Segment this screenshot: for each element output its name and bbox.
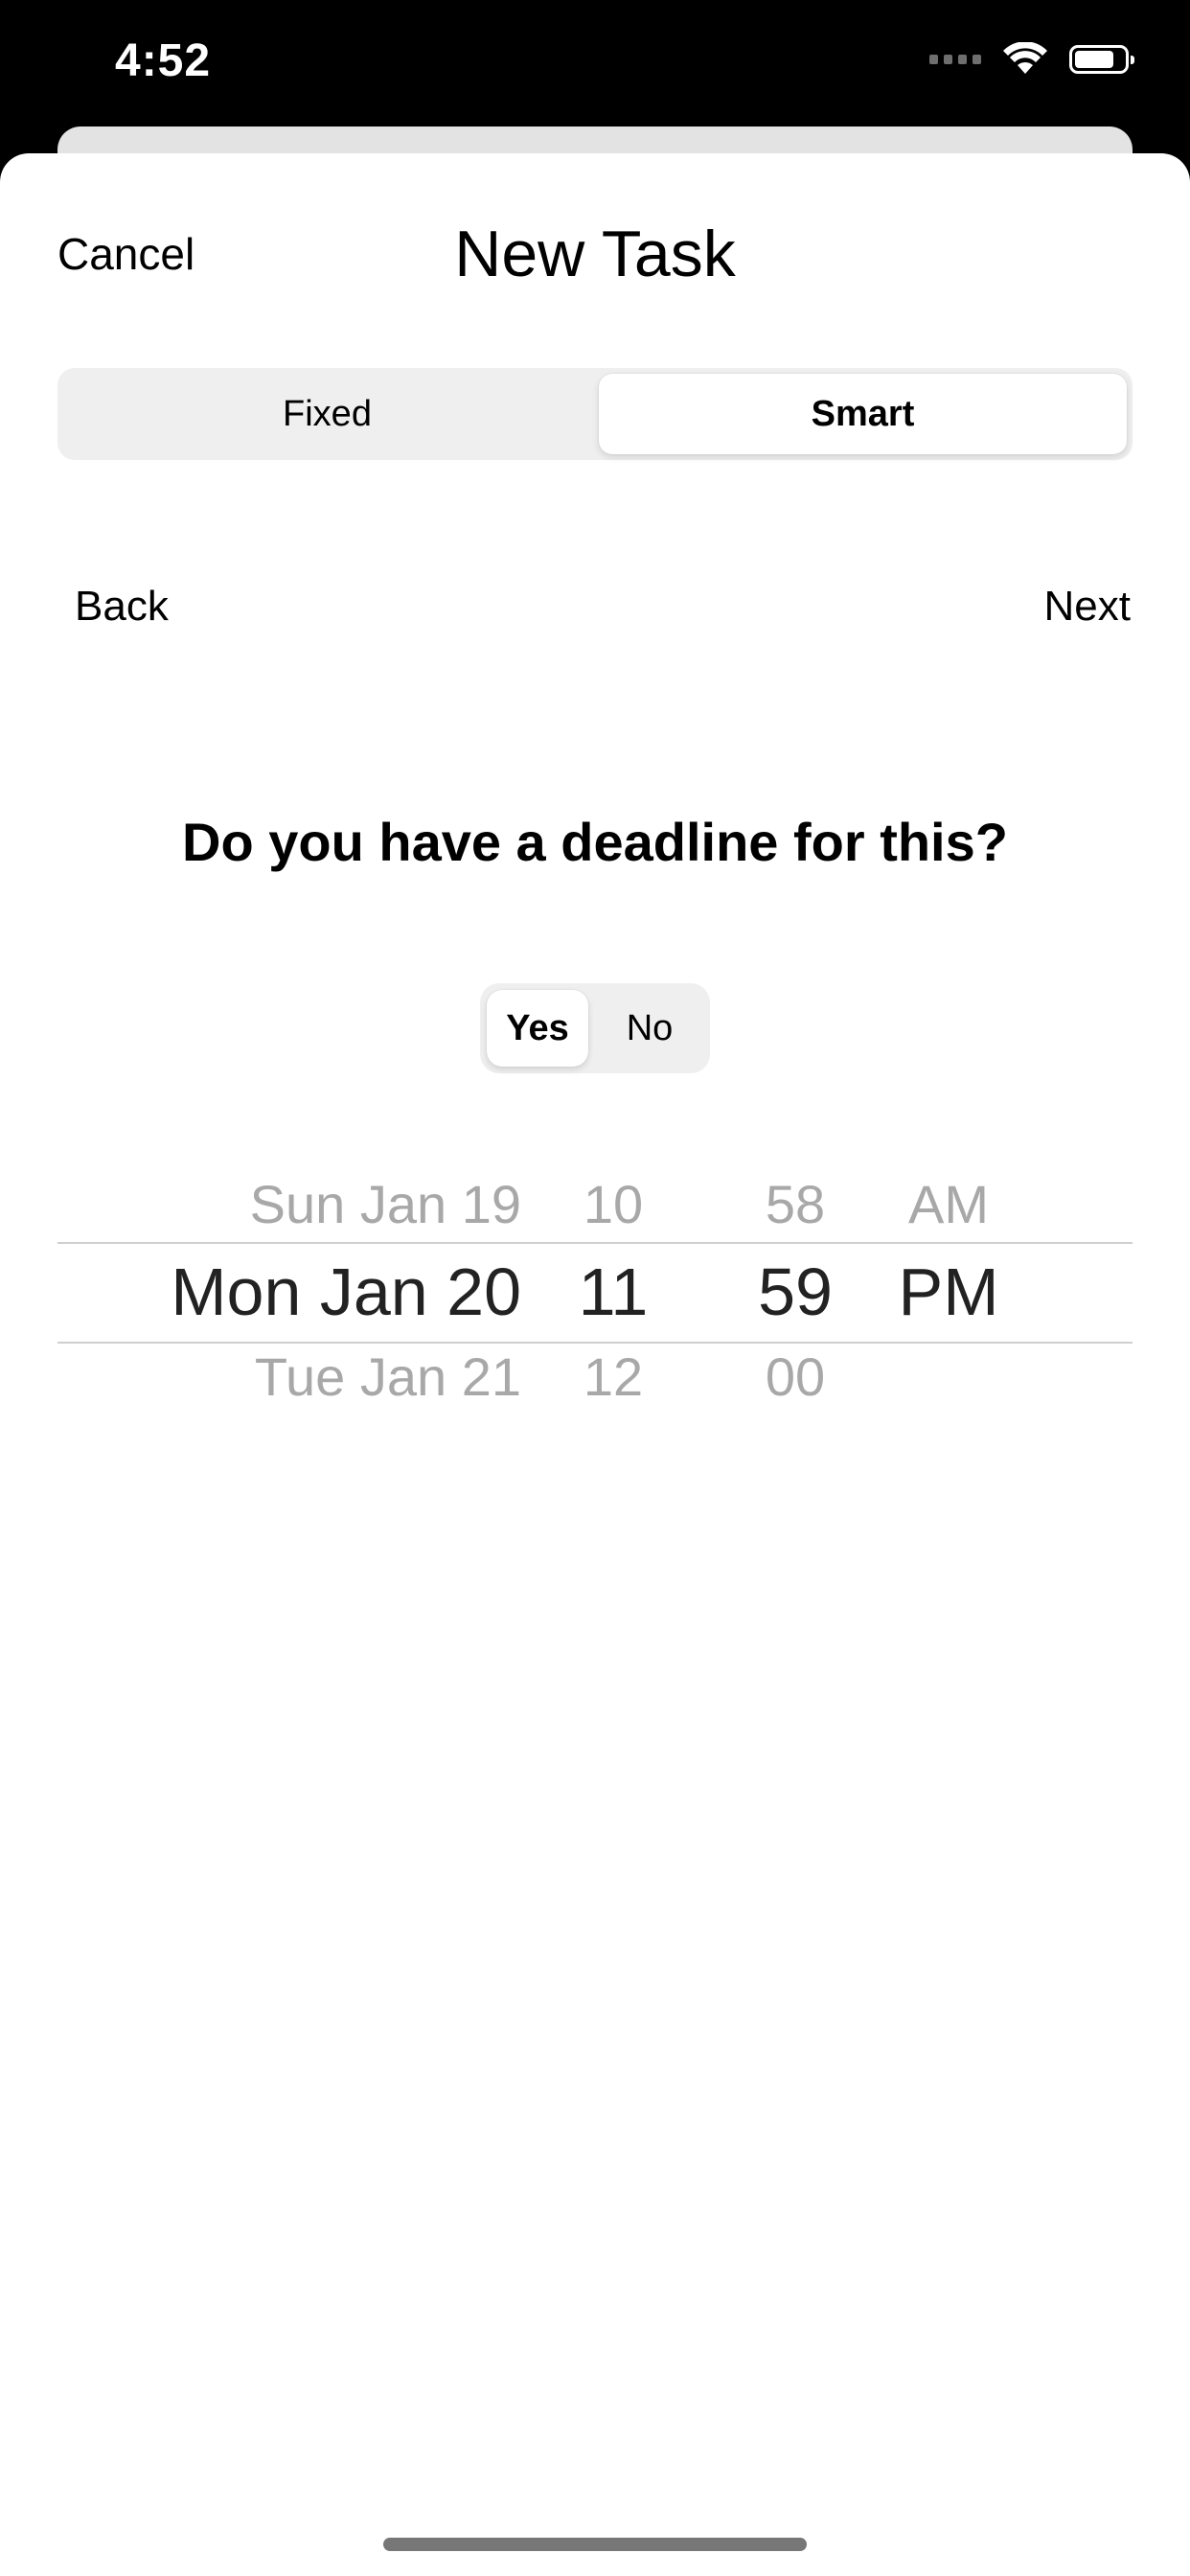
- picker-ampm-above[interactable]: AM: [881, 1173, 1016, 1235]
- segment-fixed[interactable]: Fixed: [63, 374, 591, 454]
- picker-minute-selected[interactable]: 59: [728, 1254, 862, 1330]
- wifi-icon: [1003, 42, 1047, 74]
- picker-minute-below[interactable]: 00: [728, 1346, 862, 1408]
- battery-icon: [1069, 45, 1134, 74]
- next-button[interactable]: Next: [1044, 583, 1131, 631]
- picker-ampm-selected[interactable]: PM: [881, 1254, 1016, 1330]
- deadline-question: Do you have a deadline for this?: [182, 812, 1008, 872]
- picker-date-below[interactable]: Tue Jan 21: [255, 1346, 521, 1408]
- toggle-no[interactable]: No: [595, 990, 704, 1067]
- mode-segmented-control: Fixed Smart: [57, 368, 1133, 460]
- picker-date-above[interactable]: Sun Jan 19: [250, 1173, 521, 1235]
- picker-minute-above[interactable]: 58: [728, 1173, 862, 1235]
- picker-hour-selected[interactable]: 11: [556, 1254, 671, 1330]
- picker-hour-below[interactable]: 12: [556, 1346, 671, 1408]
- status-time: 4:52: [115, 35, 212, 86]
- date-time-picker[interactable]: Sun Jan 19 Mon Jan 20 Tue Jan 21 10 11 1…: [57, 1131, 1133, 1443]
- home-indicator[interactable]: [383, 2538, 807, 2551]
- back-button[interactable]: Back: [75, 583, 169, 631]
- status-icons: [929, 42, 1134, 77]
- picker-hour-column[interactable]: 10 11 12: [556, 1131, 671, 1443]
- page-title: New Task: [454, 218, 736, 290]
- segment-smart[interactable]: Smart: [599, 374, 1127, 454]
- picker-hour-above[interactable]: 10: [556, 1173, 671, 1235]
- picker-date-selected[interactable]: Mon Jan 20: [171, 1254, 521, 1330]
- toggle-yes[interactable]: Yes: [487, 990, 588, 1067]
- deadline-toggle: Yes No: [480, 983, 710, 1073]
- picker-date-column[interactable]: Sun Jan 19 Mon Jan 20 Tue Jan 21: [57, 1131, 521, 1443]
- picker-ampm-column[interactable]: AM PM: [881, 1131, 1016, 1443]
- picker-minute-column[interactable]: 58 59 00: [728, 1131, 862, 1443]
- cellular-signal-icon: [929, 55, 981, 64]
